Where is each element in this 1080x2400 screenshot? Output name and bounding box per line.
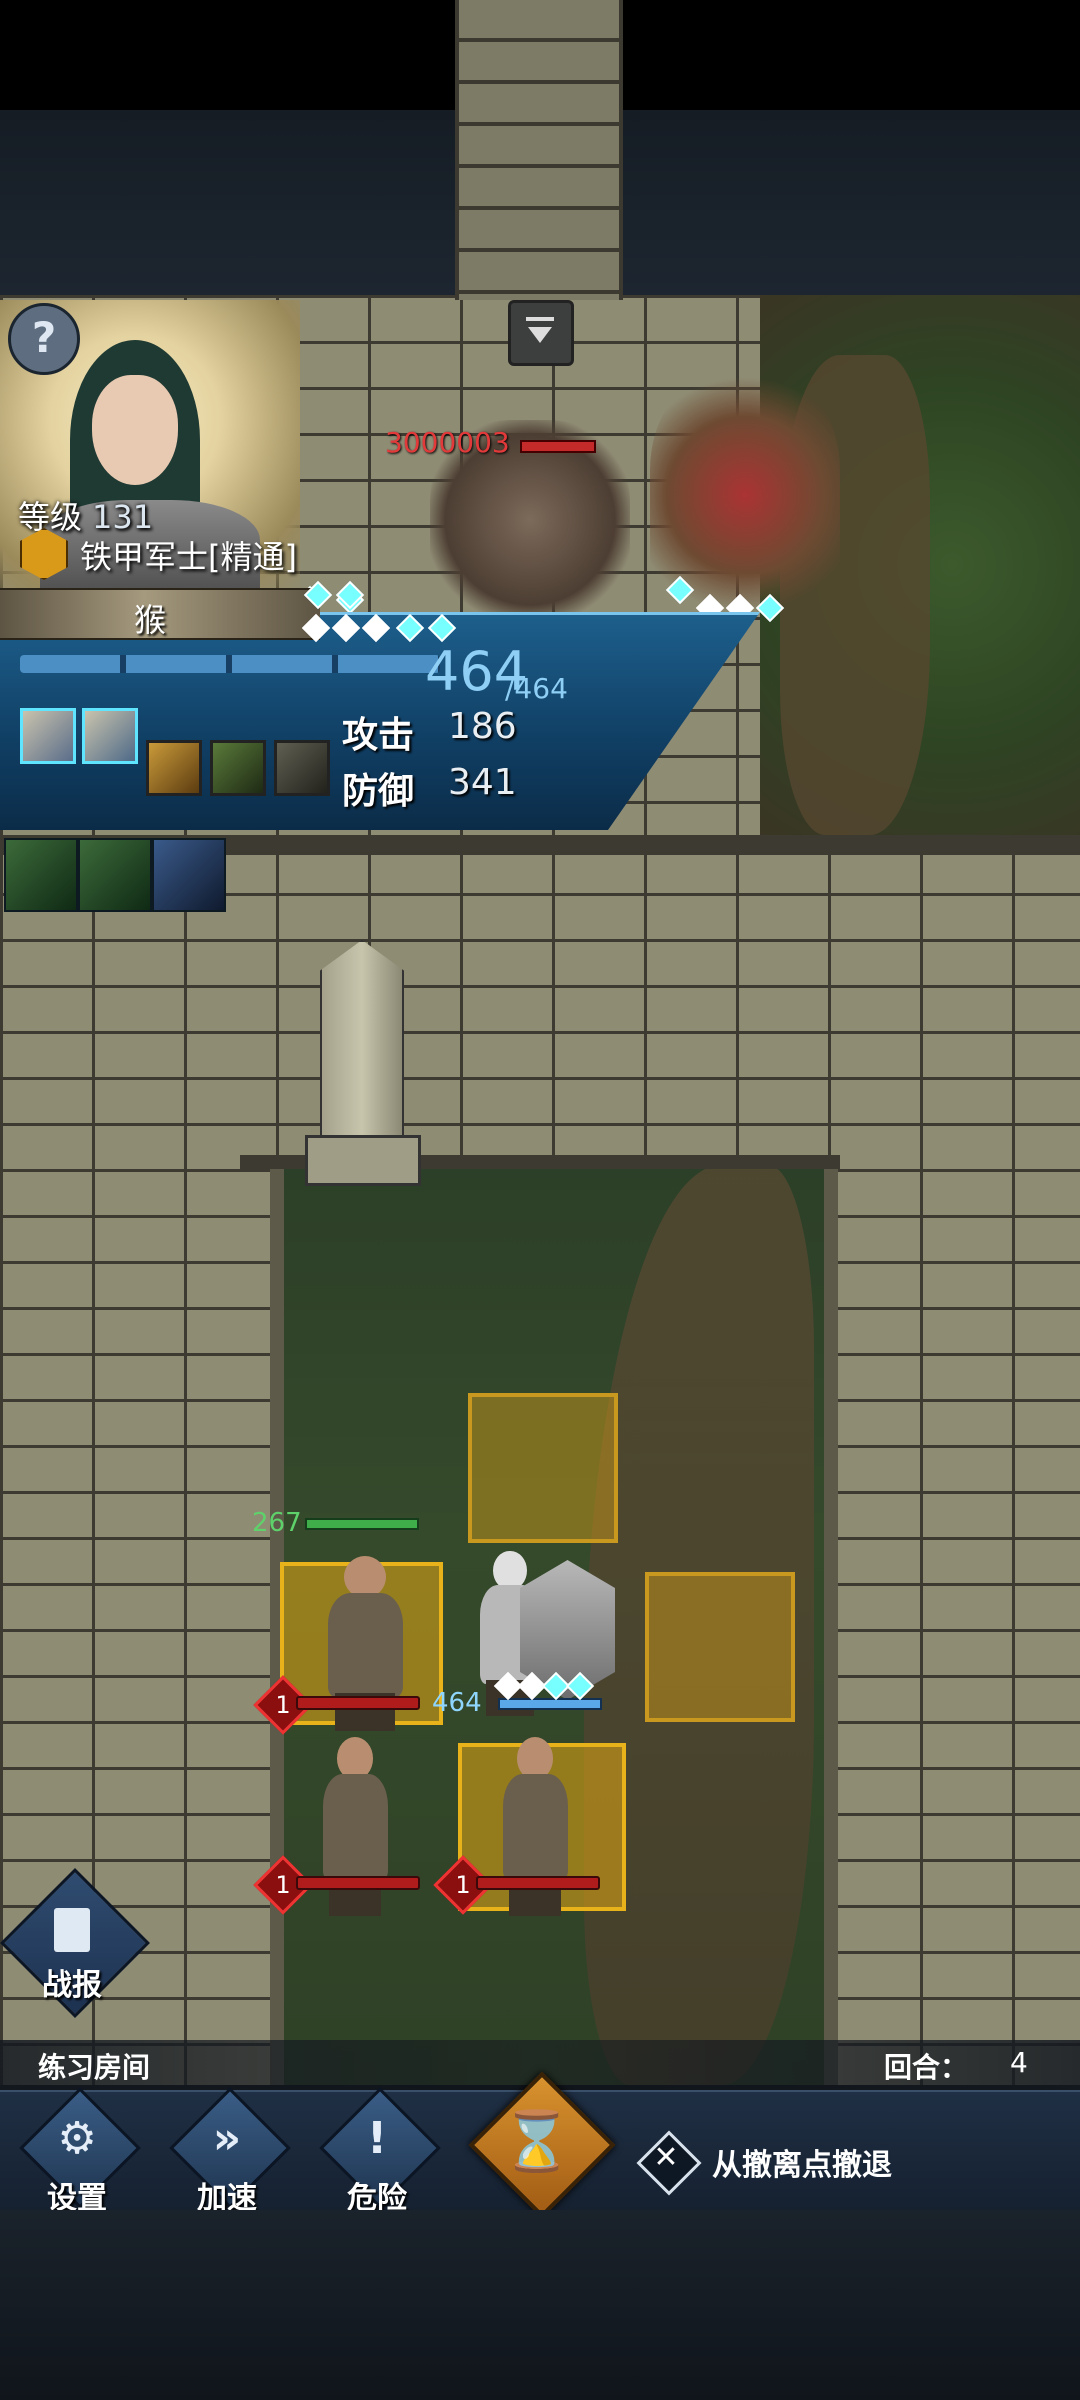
skill-sword-icon[interactable] bbox=[20, 708, 76, 764]
battle-report-button[interactable]: 战报 bbox=[0, 1868, 150, 2018]
speed-up-button[interactable]: » 加速 bbox=[162, 2087, 302, 2216]
enemy-hp-text: 3000003 bbox=[385, 426, 510, 459]
skill-lance-icon[interactable] bbox=[82, 708, 138, 764]
obelisk-hp: 267 bbox=[252, 1508, 302, 1538]
fast-forward-icon: » bbox=[212, 2113, 242, 2164]
move-tile[interactable] bbox=[645, 1572, 795, 1722]
skill-burst-icon[interactable] bbox=[210, 740, 266, 796]
round-value: 4 bbox=[1010, 2046, 1028, 2079]
move-tile[interactable] bbox=[468, 1393, 618, 1543]
danger-button[interactable]: ! 危险 bbox=[312, 2087, 452, 2216]
buff-flag-icon[interactable] bbox=[152, 838, 226, 912]
retreat-label[interactable]: 从撤离点撤退 bbox=[712, 2140, 892, 2184]
unit-class-name: 铁甲军士[精通] bbox=[80, 538, 297, 576]
skill-crystal-icon[interactable] bbox=[274, 740, 330, 796]
exclamation-icon: ! bbox=[366, 2113, 388, 2164]
battle-report-label: 战报 bbox=[42, 1968, 102, 2003]
enemy-hp-bar bbox=[476, 1876, 600, 1890]
crossed-swords-icon: ✕ bbox=[653, 2140, 679, 2175]
unit-hp-bar bbox=[20, 655, 440, 673]
obelisk-hp-bar bbox=[305, 1518, 419, 1530]
skill-shield-icon[interactable] bbox=[146, 740, 202, 796]
enemy-hp-bar bbox=[296, 1876, 420, 1890]
gear-icon: ⚙ bbox=[57, 2113, 97, 2164]
buff-banner-icon[interactable] bbox=[78, 838, 152, 912]
attack-label: 攻击 bbox=[342, 715, 415, 756]
unit-name-bar: 猴 bbox=[0, 588, 320, 640]
stone-obelisk[interactable] bbox=[305, 910, 421, 1186]
buff-charge-icon[interactable] bbox=[4, 838, 78, 912]
enemy-swordsman[interactable] bbox=[470, 1725, 600, 1920]
end-turn-button[interactable]: ⌛ bbox=[462, 2065, 616, 2219]
collapse-panel-button[interactable] bbox=[508, 300, 574, 366]
knight-hp-bar bbox=[498, 1698, 602, 1710]
room-name: 练习房间 bbox=[38, 2051, 151, 2084]
level-label: 等级 bbox=[18, 498, 83, 536]
attack-value: 186 bbox=[448, 706, 517, 747]
level-value: 131 bbox=[92, 498, 154, 536]
watch-tower bbox=[455, 0, 623, 300]
enemy-hp-bar bbox=[296, 1696, 420, 1710]
help-button[interactable]: ? bbox=[8, 303, 80, 375]
defense-label: 防御 bbox=[342, 771, 415, 812]
report-icon bbox=[54, 1908, 90, 1952]
round-label: 回合： bbox=[884, 2051, 969, 2084]
unit-name: 猴 bbox=[133, 601, 166, 639]
defense-value: 341 bbox=[448, 762, 517, 803]
knight-hp: 464 bbox=[432, 1688, 482, 1718]
enemy-swordsman[interactable] bbox=[290, 1725, 420, 1920]
hourglass-icon: ⌛ bbox=[500, 2107, 574, 2175]
enemy-hp-bar bbox=[520, 440, 596, 453]
retreat-button[interactable]: ✕ bbox=[636, 2130, 702, 2196]
bottom-letterbox bbox=[0, 2210, 1080, 2400]
settings-button[interactable]: ⚙ 设置 bbox=[12, 2087, 152, 2216]
unit-hp-max: /464 bbox=[505, 672, 568, 705]
